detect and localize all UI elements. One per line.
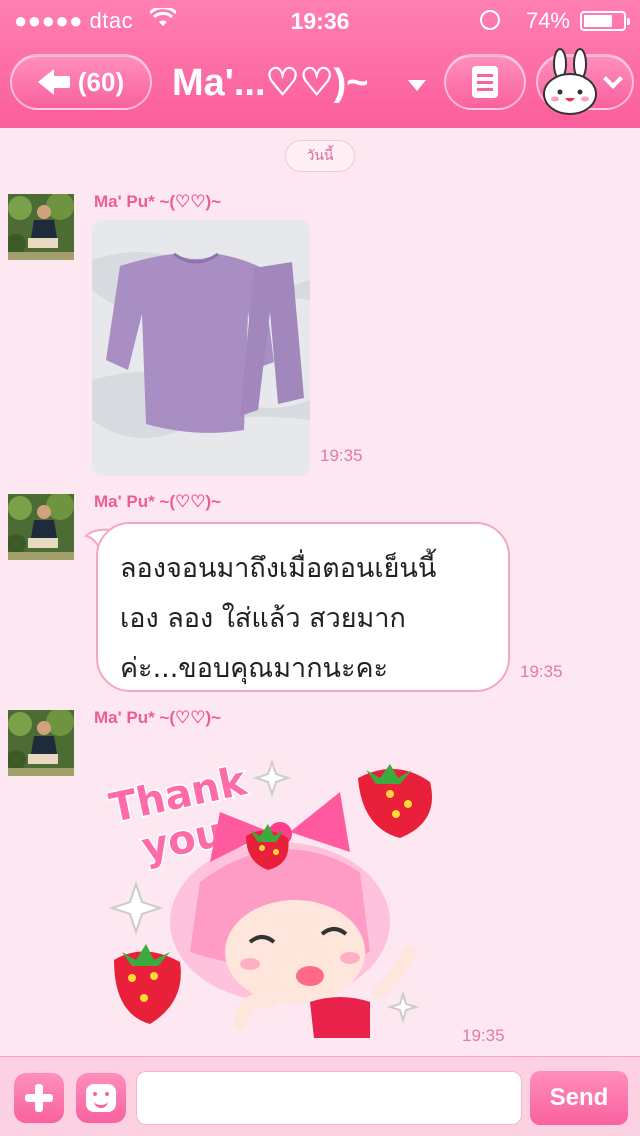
message-line: เอง ลอง ใส่แล้ว สวยมาก	[120, 603, 406, 634]
strawberry-icon	[114, 944, 181, 1024]
message-time: 19:35	[320, 446, 363, 465]
notes-button[interactable]	[444, 54, 526, 110]
photo-message[interactable]	[92, 220, 310, 476]
chevron-down-icon	[603, 69, 623, 89]
thank-you-sticker[interactable]: Thank you.	[100, 752, 440, 1042]
smiley-icon	[86, 1084, 116, 1112]
rotation-lock-icon	[480, 10, 500, 30]
battery-fill	[584, 15, 613, 27]
battery-percent: 74%	[525, 8, 570, 33]
send-button[interactable]: Send	[530, 1071, 628, 1125]
chat-title[interactable]: Ma'...♡♡)~	[172, 60, 368, 105]
message-line: ค่ะ...ขอบคุณมากนะคะ	[120, 653, 389, 684]
bunny-avatar-icon[interactable]	[540, 48, 602, 116]
attach-button[interactable]	[14, 1073, 64, 1123]
date-separator: วันนี้	[285, 140, 355, 172]
plus-icon	[25, 1084, 53, 1112]
chevron-down-icon[interactable]	[408, 80, 426, 91]
sticker-button[interactable]	[76, 1073, 126, 1123]
message-composer: Send	[0, 1056, 640, 1136]
sender-name: Ma' Pu* ~(♡♡)~	[94, 192, 222, 211]
avatar[interactable]	[8, 194, 74, 260]
strawberry-icon	[358, 764, 432, 838]
message-line: ลองจอนมาถึงเมื่อตอนเย็นนี้	[120, 553, 437, 584]
top-bar: ●●●●● dtac 19:36 74% (60) Ma'...♡♡)~	[0, 0, 640, 128]
sender-name: Ma' Pu* ~(♡♡)~	[94, 708, 222, 727]
note-icon	[472, 66, 498, 98]
message-time: 19:35	[462, 1026, 505, 1045]
status-bar: ●●●●● dtac 19:36 74%	[0, 0, 640, 40]
back-arrow-icon	[37, 69, 72, 95]
text-message-bubble[interactable]: ลองจอนมาถึงเมื่อตอนเย็นนี้ เอง ลอง ใส่แล…	[96, 522, 510, 692]
unread-count: (60)	[77, 66, 125, 97]
message-input[interactable]	[136, 1071, 522, 1125]
back-button[interactable]: (60)	[10, 54, 152, 110]
battery-icon	[580, 11, 630, 31]
avatar[interactable]	[8, 710, 74, 776]
message-time: 19:35	[520, 662, 563, 681]
avatar[interactable]	[8, 494, 74, 560]
sender-name: Ma' Pu* ~(♡♡)~	[94, 492, 222, 511]
